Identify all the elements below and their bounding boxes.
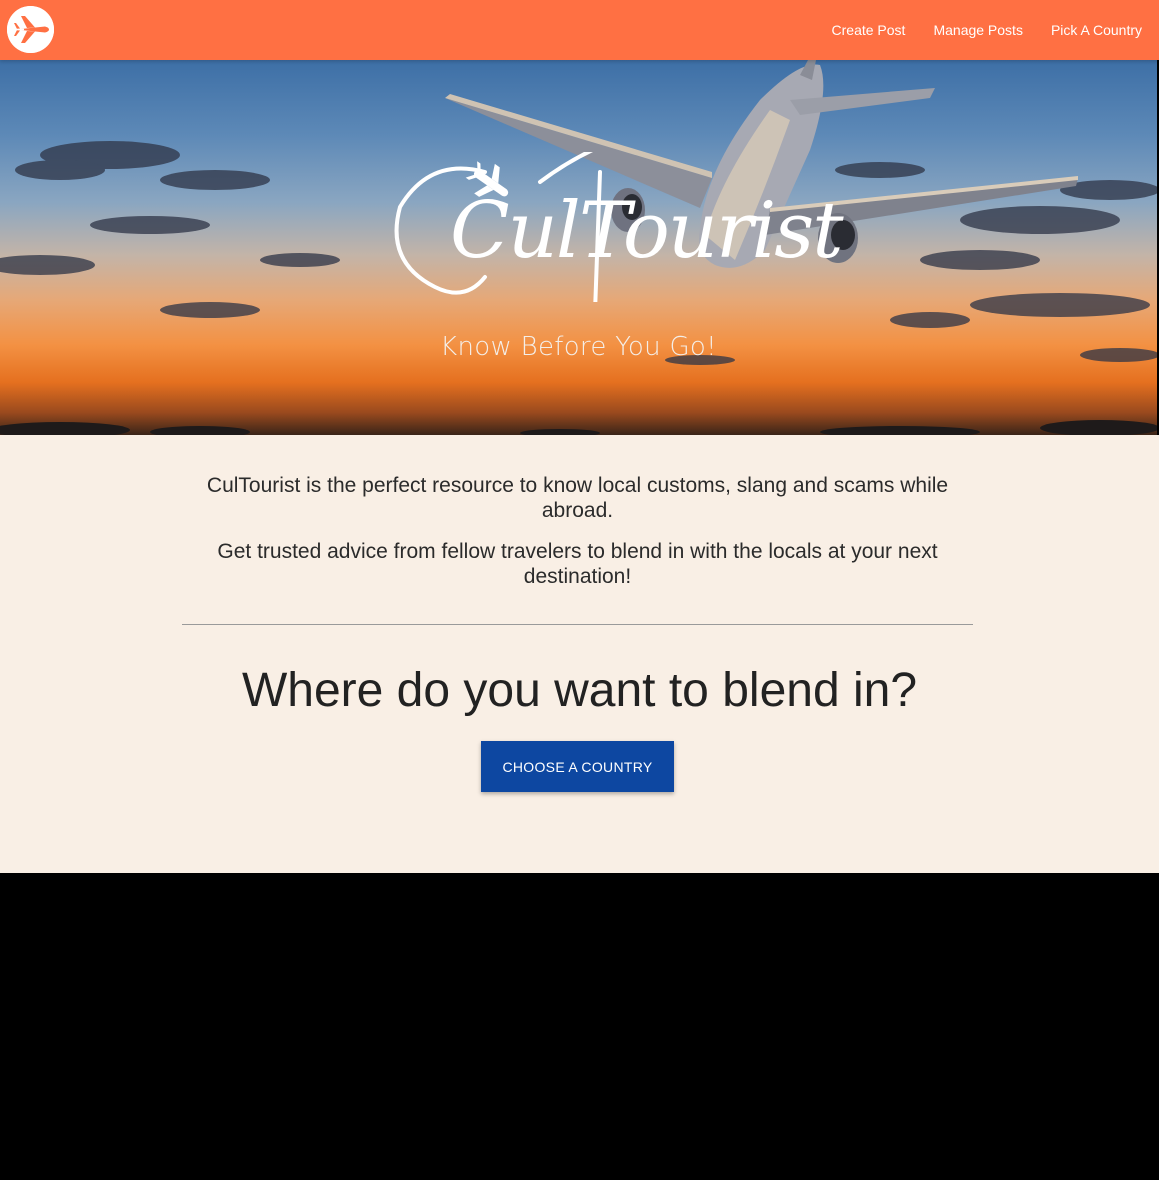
nav-link-manage-posts[interactable]: Manage Posts: [919, 0, 1037, 60]
section-divider: [182, 624, 973, 625]
brand-wordmark: CulTourist: [450, 186, 844, 276]
top-navbar: Create Post Manage Posts Pick A Country: [0, 0, 1159, 60]
nav-links: Create Post Manage Posts Pick A Country: [818, 0, 1156, 60]
intro-text: CulTourist is the perfect resource to kn…: [180, 473, 975, 605]
hero-banner: CulTourist Know Before You Go!: [0, 60, 1157, 435]
intro-paragraph-1: CulTourist is the perfect resource to kn…: [206, 474, 949, 522]
cultourist-brand-logo: CulTourist: [390, 152, 844, 302]
page-bottom-area: [0, 873, 1159, 1180]
main-content: CulTourist is the perfect resource to kn…: [0, 435, 1159, 873]
airplane-logo-icon[interactable]: [7, 6, 54, 53]
blend-in-heading: Where do you want to blend in?: [241, 664, 918, 717]
hero-tagline: Know Before You Go!: [440, 332, 717, 362]
nav-link-pick-country[interactable]: Pick A Country: [1037, 0, 1156, 60]
nav-link-create-post[interactable]: Create Post: [818, 0, 920, 60]
intro-paragraph-2: Get trusted advice from fellow travelers…: [217, 540, 938, 588]
choose-country-button[interactable]: Choose a Country: [481, 741, 674, 792]
